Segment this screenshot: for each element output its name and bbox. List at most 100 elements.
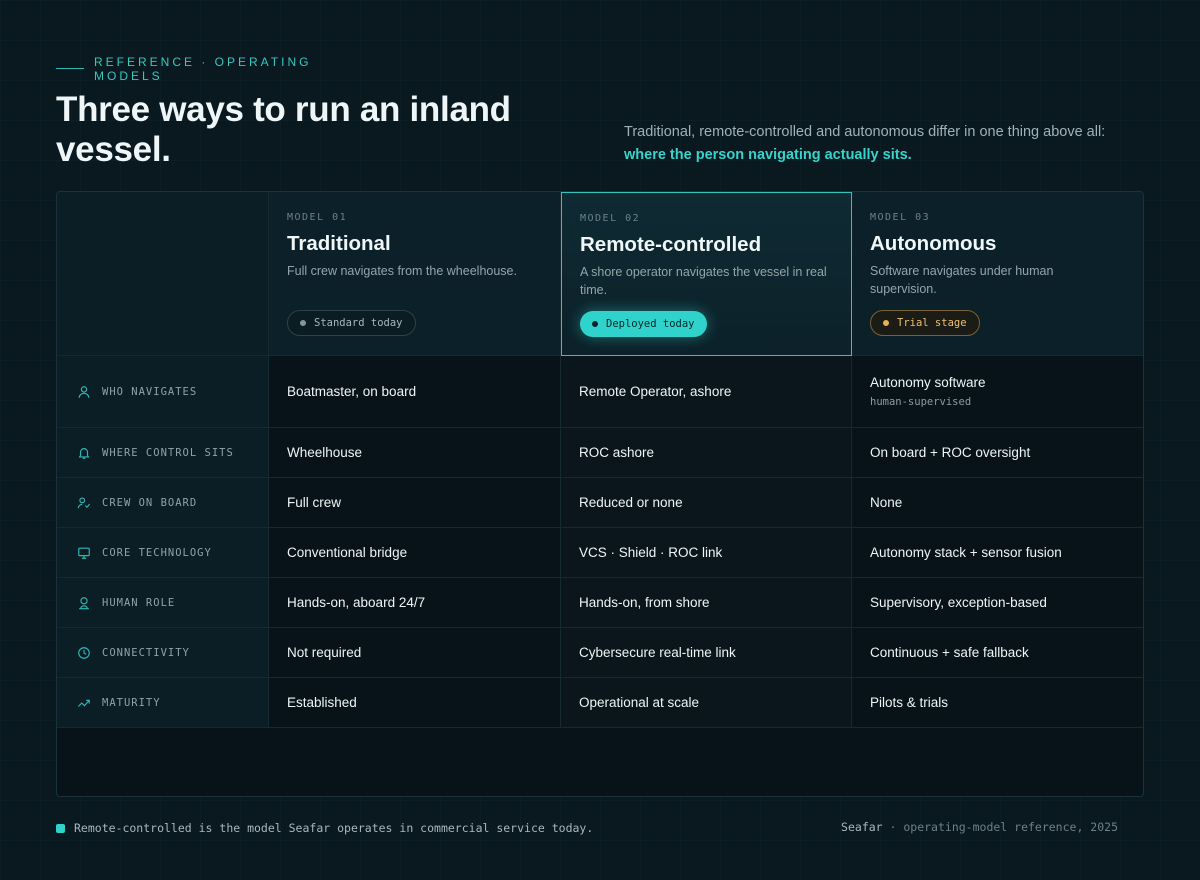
- model-header-remote-controlled: MODEL 02 Remote-controlled A shore opera…: [561, 192, 852, 356]
- credit-brand: Seafar: [841, 820, 883, 834]
- intro: Traditional, remote-controlled and auton…: [624, 121, 1164, 167]
- clock-icon: [78, 646, 90, 659]
- row-label-core-technology: CORE TECHNOLOGY: [57, 528, 269, 578]
- page-title: Three ways to run an inland vessel.: [56, 90, 511, 169]
- trend-up-icon: [77, 699, 90, 707]
- cell-value: Pilots & trials: [870, 695, 949, 710]
- cell-value: Conventional bridge: [287, 545, 408, 560]
- eyebrow-text: REFERENCE · OPERATING MODELS: [94, 55, 312, 83]
- table-cell: Cybersecure real-time link: [561, 628, 852, 678]
- row-label-text: CONNECTIVITY: [102, 646, 190, 659]
- credit: Seafar · operating-model reference, 2025: [841, 820, 1118, 834]
- table-cell: Continuous + safe fallback: [852, 628, 1143, 678]
- table-cell: Supervisory, exception-based: [852, 578, 1143, 628]
- table-cell: Established: [269, 678, 561, 728]
- row-label-connectivity: CONNECTIVITY: [57, 628, 269, 678]
- header-corner: [57, 192, 269, 356]
- cell-value: Hands-on, aboard 24/7: [287, 595, 426, 610]
- credit-text: · operating-model reference, 2025: [882, 820, 1118, 834]
- cell-value: Operational at scale: [579, 695, 700, 710]
- model-header-autonomous: MODEL 03 Autonomous Software navigates u…: [852, 192, 1143, 356]
- cell-value: Hands-on, from shore: [579, 595, 710, 610]
- status-badge-deployed: Deployed today: [580, 311, 707, 337]
- intro-lead: Traditional, remote-controlled and auton…: [624, 124, 1106, 140]
- status-badge-trial: Trial stage: [870, 310, 980, 336]
- row-label-text: WHO NAVIGATES: [102, 385, 198, 398]
- cell-value: Cybersecure real-time link: [579, 645, 736, 660]
- row-label-text: CORE TECHNOLOGY: [102, 546, 212, 559]
- status-dot-icon: [883, 320, 889, 326]
- row-label-human-role: HUMAN ROLE: [57, 578, 269, 628]
- cell-value: Established: [287, 695, 357, 710]
- cell-value: Full crew: [287, 495, 342, 510]
- table-cell: Hands-on, aboard 24/7: [269, 578, 561, 628]
- accent-square-icon: [56, 823, 65, 833]
- model-tag: MODEL 03: [870, 212, 931, 223]
- table-cell: Autonomy software human-supervised: [852, 356, 1143, 428]
- table-cell: Operational at scale: [561, 678, 852, 728]
- monitor-icon: [78, 547, 90, 559]
- badge-label: Deployed today: [606, 318, 695, 330]
- row-label-text: HUMAN ROLE: [102, 596, 176, 609]
- table-cell: Reduced or none: [561, 478, 852, 528]
- cell-value: Supervisory, exception-based: [870, 595, 1047, 610]
- badge-label: Trial stage: [897, 317, 967, 329]
- cell-value: ROC ashore: [579, 445, 655, 460]
- cell-value: Autonomy software: [870, 375, 986, 390]
- model-name: Traditional: [287, 232, 391, 255]
- cell-value: Boatmaster, on board: [287, 384, 417, 399]
- cell-value: None: [870, 495, 903, 510]
- table-cell: Not required: [269, 628, 561, 678]
- row-label-where-control-sits: WHERE CONTROL SITS: [57, 428, 269, 478]
- status-dot-icon: [300, 320, 306, 326]
- eyebrow: REFERENCE · OPERATING MODELS: [56, 55, 334, 83]
- cell-value: Remote Operator, ashore: [579, 384, 732, 399]
- cell-value: On board + ROC oversight: [870, 445, 1031, 460]
- cell-value: Autonomy stack + sensor fusion: [870, 545, 1062, 560]
- table-cell: Hands-on, from shore: [561, 578, 852, 628]
- cell-subtext: human-supervised: [870, 396, 972, 408]
- table-cell: Pilots & trials: [852, 678, 1143, 728]
- status-dot-icon: [592, 321, 598, 327]
- table-cell: Wheelhouse: [269, 428, 561, 478]
- comparison-table: MODEL 01 Traditional Full crew navigates…: [56, 191, 1144, 797]
- model-name: Remote-controlled: [580, 233, 762, 256]
- row-label-text: CREW ON BOARD: [102, 496, 198, 509]
- row-label-crew-on-board: CREW ON BOARD: [57, 478, 269, 528]
- table-cell: Remote Operator, ashore: [561, 356, 852, 428]
- table-cell: Full crew: [269, 478, 561, 528]
- model-name: Autonomous: [870, 232, 997, 255]
- intro-highlight: where the person navigating actually sit…: [624, 147, 912, 163]
- row-label-text: MATURITY: [102, 696, 161, 709]
- footnote-text: Remote-controlled is the model Seafar op…: [74, 821, 594, 835]
- cell-value: Reduced or none: [579, 495, 683, 510]
- cell-value: Continuous + safe fallback: [870, 645, 1029, 660]
- badge-label: Standard today: [314, 317, 403, 329]
- footnote: Remote-controlled is the model Seafar op…: [56, 821, 593, 835]
- table-cell: VCS · Shield · ROC link: [561, 528, 852, 578]
- row-label-who-navigates: WHO NAVIGATES: [57, 356, 269, 428]
- person-icon: [78, 385, 90, 398]
- eyebrow-rule: [56, 68, 84, 69]
- model-description: Software navigates under human supervisi…: [870, 264, 1054, 296]
- model-description: Full crew navigates from the wheelhouse.: [287, 264, 517, 278]
- table-cell: ROC ashore: [561, 428, 852, 478]
- table-cell: Boatmaster, on board: [269, 356, 561, 428]
- model-description: A shore operator navigates the vessel in…: [580, 265, 827, 297]
- row-label-maturity: MATURITY: [57, 678, 269, 728]
- model-tag: MODEL 01: [287, 212, 348, 223]
- row-label-text: WHERE CONTROL SITS: [102, 446, 234, 459]
- status-badge-standard: Standard today: [287, 310, 416, 336]
- user-check-icon: [77, 496, 91, 508]
- table-cell: Autonomy stack + sensor fusion: [852, 528, 1143, 578]
- cell-value: VCS · Shield · ROC link: [579, 545, 723, 560]
- comparison-grid: MODEL 01 Traditional Full crew navigates…: [57, 192, 1143, 728]
- person-pin-icon: [79, 596, 89, 609]
- table-cell: None: [852, 478, 1143, 528]
- cell-value: Wheelhouse: [287, 445, 363, 460]
- table-cell: Conventional bridge: [269, 528, 561, 578]
- model-tag: MODEL 02: [580, 213, 641, 224]
- table-cell: On board + ROC oversight: [852, 428, 1143, 478]
- cell-value: Not required: [287, 645, 362, 660]
- bell-icon: [78, 447, 90, 459]
